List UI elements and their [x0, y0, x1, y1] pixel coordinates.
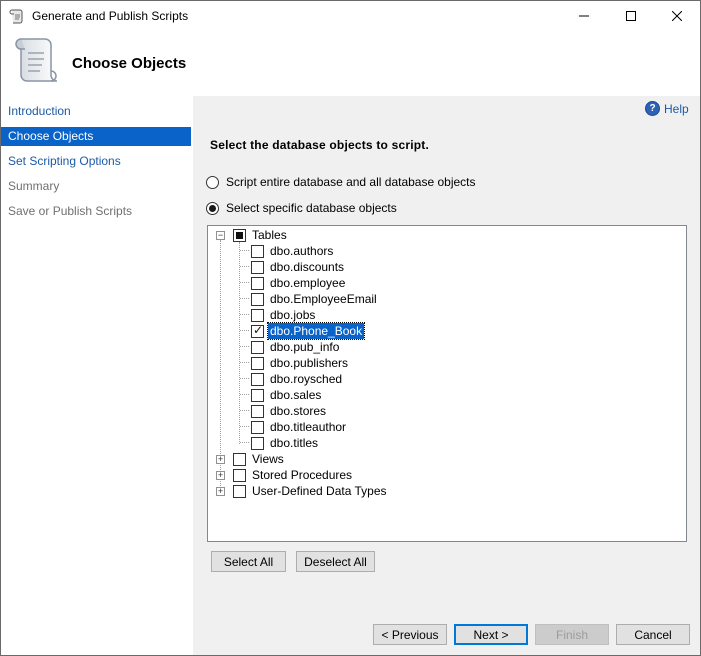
minimize-icon — [579, 15, 589, 17]
table-checkbox[interactable] — [251, 261, 264, 274]
collapse-icon[interactable]: − — [216, 231, 225, 240]
user-defined-types-checkbox[interactable] — [233, 485, 246, 498]
table-checkbox[interactable] — [251, 421, 264, 434]
title-bar[interactable]: Generate and Publish Scripts — [1, 1, 700, 31]
tree-node-user-defined-data-types[interactable]: User-Defined Data Types — [252, 483, 387, 499]
tree-node-table[interactable]: dbo.roysched — [270, 371, 342, 387]
nav-item-save-or-publish: Save or Publish Scripts — [8, 204, 133, 218]
views-checkbox[interactable] — [233, 453, 246, 466]
help-link[interactable]: ? Help — [645, 101, 689, 116]
tree-connector — [240, 362, 249, 363]
radio-selected-dot — [209, 204, 216, 212]
tree-connector — [240, 346, 249, 347]
table-checkbox[interactable] — [251, 277, 264, 290]
option-label: Select specific database objects — [226, 201, 397, 215]
nav-item-summary: Summary — [8, 179, 60, 193]
tree-node-stored-procedures[interactable]: Stored Procedures — [252, 467, 352, 483]
page-header: Choose Objects — [1, 31, 700, 95]
checkmark-icon: ✓ — [253, 323, 264, 337]
tree-node-tables[interactable]: Tables — [252, 227, 287, 243]
instruction-text: Select the database objects to script. — [210, 138, 430, 152]
tree-connector — [240, 442, 249, 443]
tree-node-views[interactable]: Views — [252, 451, 284, 467]
tree-node-table[interactable]: dbo.pub_info — [270, 339, 339, 355]
tree-connector — [240, 410, 249, 411]
table-checkbox[interactable] — [251, 293, 264, 306]
option-label: Script entire database and all database … — [226, 175, 476, 189]
tree-node-table[interactable]: dbo.employee — [270, 275, 345, 291]
tree-connector — [240, 378, 249, 379]
tree-node-table[interactable]: dbo.EmployeeEmail — [270, 291, 377, 307]
window-title: Generate and Publish Scripts — [32, 9, 189, 23]
option-entire-database[interactable]: Script entire database and all database … — [206, 175, 476, 189]
main-panel: ? Help Select the database objects to sc… — [193, 96, 700, 607]
nav-item-set-scripting-options[interactable]: Set Scripting Options — [1, 152, 191, 171]
close-icon — [672, 11, 682, 21]
table-checkbox-checked[interactable]: ✓ — [251, 323, 264, 338]
deselect-all-button[interactable]: Deselect All — [296, 551, 375, 572]
nav-item-introduction[interactable]: Introduction — [1, 102, 191, 121]
table-checkbox[interactable] — [251, 373, 264, 386]
tree-node-table[interactable]: dbo.jobs — [270, 307, 315, 323]
previous-button[interactable]: < Previous — [373, 624, 447, 645]
expand-icon[interactable]: + — [216, 455, 225, 464]
radio-button[interactable] — [206, 175, 219, 189]
table-checkbox[interactable] — [251, 245, 264, 258]
tree-node-table[interactable]: dbo.titles — [270, 435, 318, 451]
tree-connector — [240, 298, 249, 299]
radio-button[interactable] — [206, 201, 219, 215]
scroll-icon — [15, 38, 57, 82]
tree-connector — [240, 426, 249, 427]
minimize-button[interactable] — [561, 1, 607, 31]
expand-icon[interactable]: + — [216, 471, 225, 480]
scroll-icon — [9, 9, 23, 24]
table-checkbox[interactable] — [251, 405, 264, 418]
page-title: Choose Objects — [72, 55, 187, 72]
table-checkbox[interactable] — [251, 309, 264, 322]
finish-button: Finish — [535, 624, 609, 645]
help-label: Help — [664, 101, 689, 116]
tables-checkbox[interactable] — [233, 229, 246, 242]
close-button[interactable] — [654, 1, 700, 31]
tree-connector — [240, 250, 249, 251]
help-icon: ? — [645, 101, 660, 116]
nav-item-choose-objects[interactable]: Choose Objects — [1, 127, 191, 146]
tree-node-table[interactable]: dbo.sales — [270, 387, 321, 403]
table-checkbox[interactable] — [251, 357, 264, 370]
cancel-button[interactable]: Cancel — [616, 624, 690, 645]
tree-connector — [240, 266, 249, 267]
dialog-window: Generate and Publish Scripts Choose Obje… — [0, 0, 701, 656]
tree-connector — [240, 282, 249, 283]
tree-node-table[interactable]: dbo.authors — [270, 243, 333, 259]
tree-node-table[interactable]: dbo.discounts — [270, 259, 344, 275]
tree-connector — [240, 394, 249, 395]
table-checkbox[interactable] — [251, 437, 264, 450]
tree-connector — [240, 314, 249, 315]
object-tree[interactable]: − Tables dbo.authors dbo.discounts dbo.e… — [207, 225, 687, 542]
wizard-footer: < Previous Next > Finish Cancel — [193, 607, 700, 655]
stored-procedures-checkbox[interactable] — [233, 469, 246, 482]
tree-node-table-selected[interactable]: dbo.Phone_Book — [266, 322, 366, 340]
maximize-button[interactable] — [608, 1, 654, 31]
tree-node-table[interactable]: dbo.publishers — [270, 355, 348, 371]
wizard-steps-nav: Introduction Choose Objects Set Scriptin… — [1, 96, 191, 655]
table-checkbox[interactable] — [251, 341, 264, 354]
select-all-button[interactable]: Select All — [211, 551, 286, 572]
option-specific-objects[interactable]: Select specific database objects — [206, 201, 397, 215]
tree-connector — [239, 242, 240, 444]
tree-connector — [240, 330, 249, 331]
next-button[interactable]: Next > — [454, 624, 528, 645]
maximize-icon — [626, 11, 636, 21]
table-checkbox[interactable] — [251, 389, 264, 402]
tree-node-table[interactable]: dbo.stores — [270, 403, 326, 419]
expand-icon[interactable]: + — [216, 487, 225, 496]
tree-node-table[interactable]: dbo.titleauthor — [270, 419, 346, 435]
